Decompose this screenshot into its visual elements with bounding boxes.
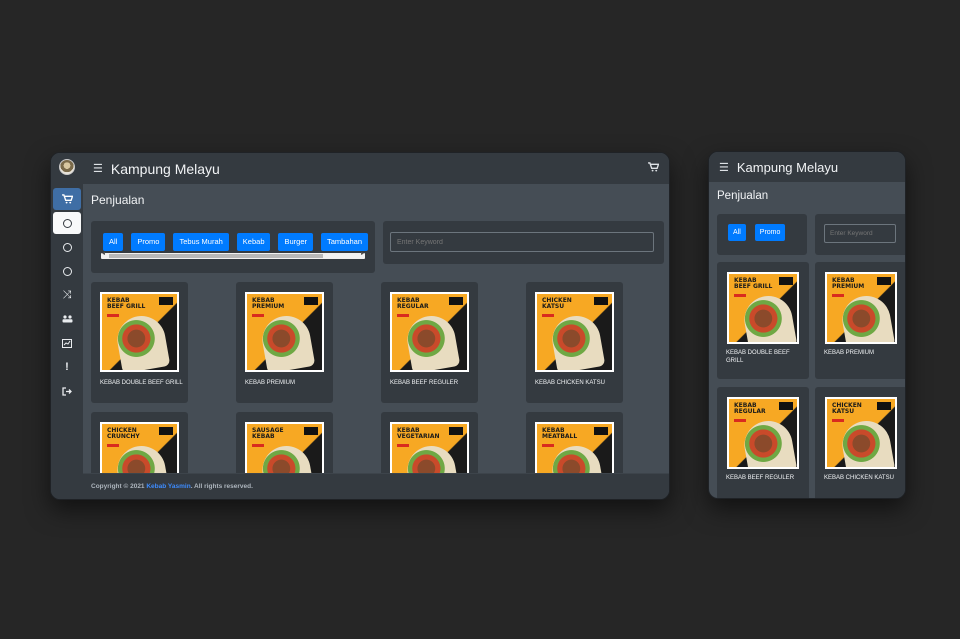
poster-title: KEBAB PREMIUM bbox=[252, 297, 285, 310]
product-card[interactable]: KEBAB VEGETARIAN bbox=[381, 412, 478, 473]
poster-title: KEBAB REGULAR bbox=[397, 297, 429, 310]
sidebar-cart-icon[interactable] bbox=[53, 188, 81, 210]
category-chip-tebus-murah[interactable]: Tebus Murah bbox=[173, 233, 229, 251]
poster-title: CHICKEN CRUNCHY bbox=[107, 427, 140, 440]
sidebar-alert-icon[interactable]: ! bbox=[53, 356, 81, 378]
product-card[interactable]: CHICKEN CRUNCHY bbox=[91, 412, 188, 473]
product-image: KEBAB REGULAR bbox=[727, 397, 799, 469]
product-name: KEBAB CHICKEN KATSU bbox=[535, 380, 605, 386]
footer-link[interactable]: Kebab Yasmin bbox=[146, 483, 190, 490]
page-title: Penjualan bbox=[717, 190, 769, 202]
product-card[interactable]: SAUSAGE KEBAB bbox=[236, 412, 333, 473]
sidebar-circle-icon[interactable] bbox=[53, 236, 81, 258]
product-name: KEBAB PREMIUM bbox=[824, 350, 875, 356]
mobile-window: ☰ Kampung Melayu Penjualan All Promo KEB… bbox=[708, 151, 906, 499]
product-image: KEBAB PREMIUM bbox=[245, 292, 324, 372]
category-chip-burger[interactable]: Burger bbox=[278, 233, 313, 251]
product-card[interactable]: KEBAB MEATBALL bbox=[526, 412, 623, 473]
footer-rights: . All rights reserved. bbox=[190, 483, 253, 490]
product-image: KEBAB REGULAR bbox=[390, 292, 469, 372]
top-navbar: ☰ Kampung Melayu bbox=[83, 153, 669, 184]
product-card[interactable]: KEBAB BEEF GRILL KEBAB DOUBLE BEEF GRILL bbox=[91, 282, 188, 403]
page-title: Penjualan bbox=[91, 193, 145, 207]
poster-title: CHICKEN KATSU bbox=[832, 402, 862, 415]
desktop-window: ⤨ ! ☰ Kampung Melayu Penjualan All Promo bbox=[50, 152, 670, 500]
category-scrollbar[interactable] bbox=[101, 250, 365, 259]
brand-title: Kampung Melayu bbox=[110, 160, 220, 177]
search-card bbox=[815, 214, 905, 255]
product-image: CHICKEN CRUNCHY bbox=[100, 422, 179, 473]
product-image: KEBAB MEATBALL bbox=[535, 422, 614, 473]
product-card[interactable]: KEBAB PREMIUM KEBAB PREMIUM bbox=[815, 262, 905, 379]
category-chip-promo[interactable]: Promo bbox=[754, 224, 786, 241]
search-input[interactable] bbox=[824, 224, 896, 243]
product-image: KEBAB PREMIUM bbox=[825, 272, 897, 344]
product-card[interactable]: CHICKEN KATSU KEBAB CHICKEN KATSU bbox=[526, 282, 623, 403]
category-filter-card: All Promo Tebus Murah Kebab Burger Tamba… bbox=[91, 221, 375, 273]
product-image: CHICKEN KATSU bbox=[825, 397, 897, 469]
product-name: KEBAB BEEF REGULER bbox=[390, 380, 459, 386]
footer: Copyright © 2021 Kebab Yasmin. All right… bbox=[83, 473, 669, 499]
product-name: KEBAB PREMIUM bbox=[245, 380, 296, 386]
product-card[interactable]: KEBAB REGULAR KEBAB BEEF REGULER bbox=[717, 387, 809, 498]
category-chip-promo[interactable]: Promo bbox=[131, 233, 166, 251]
poster-title: CHICKEN KATSU bbox=[542, 297, 572, 310]
poster-title: KEBAB MEATBALL bbox=[542, 427, 578, 440]
product-name: KEBAB CHICKEN KATSU bbox=[824, 475, 894, 481]
hamburger-menu-icon[interactable]: ☰ bbox=[93, 162, 103, 175]
product-card[interactable]: KEBAB BEEF GRILL KEBAB DOUBLE BEEF GRILL bbox=[717, 262, 809, 379]
category-filter-card: All Promo bbox=[717, 214, 807, 255]
poster-title: KEBAB PREMIUM bbox=[832, 277, 865, 290]
product-name: KEBAB DOUBLE BEEF GRILL bbox=[100, 380, 183, 386]
user-avatar[interactable] bbox=[59, 159, 75, 175]
product-card[interactable]: KEBAB PREMIUM KEBAB PREMIUM bbox=[236, 282, 333, 403]
category-chip-all[interactable]: All bbox=[728, 224, 746, 241]
product-card[interactable]: KEBAB REGULAR KEBAB BEEF REGULER bbox=[381, 282, 478, 403]
main-content: Penjualan All Promo Tebus Murah Kebab Bu… bbox=[83, 184, 669, 473]
product-name: KEBAB BEEF REGULER bbox=[726, 475, 795, 481]
search-input[interactable] bbox=[390, 232, 654, 252]
product-image: KEBAB VEGETARIAN bbox=[390, 422, 469, 473]
cart-icon[interactable] bbox=[648, 162, 660, 175]
product-card[interactable]: CHICKEN KATSU KEBAB CHICKEN KATSU bbox=[815, 387, 905, 498]
product-image: KEBAB BEEF GRILL bbox=[100, 292, 179, 372]
sidebar-report-icon[interactable] bbox=[53, 332, 81, 354]
footer-copyright: Copyright © 2021 bbox=[91, 483, 147, 490]
product-image: SAUSAGE KEBAB bbox=[245, 422, 324, 473]
product-name: KEBAB DOUBLE BEEF GRILL bbox=[726, 350, 790, 364]
poster-title: KEBAB VEGETARIAN bbox=[397, 427, 440, 440]
category-chip-kebab[interactable]: Kebab bbox=[236, 233, 271, 251]
product-image: KEBAB BEEF GRILL bbox=[727, 272, 799, 344]
category-chip-tambahan[interactable]: Tambahan bbox=[321, 233, 369, 251]
sidebar-circle-icon[interactable] bbox=[53, 212, 81, 234]
mobile-content: Penjualan All Promo KEBAB BEEF GRILL KEB… bbox=[709, 182, 905, 498]
search-card bbox=[383, 221, 664, 264]
sidebar-users-icon[interactable] bbox=[53, 308, 81, 330]
sidebar-logout-icon[interactable] bbox=[53, 380, 81, 402]
brand-title: Kampung Melayu bbox=[736, 159, 839, 175]
poster-title: SAUSAGE KEBAB bbox=[252, 427, 284, 440]
poster-title: KEBAB BEEF GRILL bbox=[734, 277, 773, 290]
product-image: CHICKEN KATSU bbox=[535, 292, 614, 372]
sidebar: ⤨ ! bbox=[51, 153, 83, 499]
sidebar-circle-icon[interactable] bbox=[53, 260, 81, 282]
poster-title: KEBAB REGULAR bbox=[734, 402, 766, 415]
mobile-navbar: ☰ Kampung Melayu bbox=[709, 152, 905, 182]
hamburger-menu-icon[interactable]: ☰ bbox=[719, 161, 729, 174]
category-chip-all[interactable]: All bbox=[103, 233, 124, 251]
poster-title: KEBAB BEEF GRILL bbox=[107, 297, 146, 310]
scrollbar-thumb[interactable] bbox=[109, 254, 323, 258]
sidebar-shuffle-icon[interactable]: ⤨ bbox=[53, 284, 81, 306]
